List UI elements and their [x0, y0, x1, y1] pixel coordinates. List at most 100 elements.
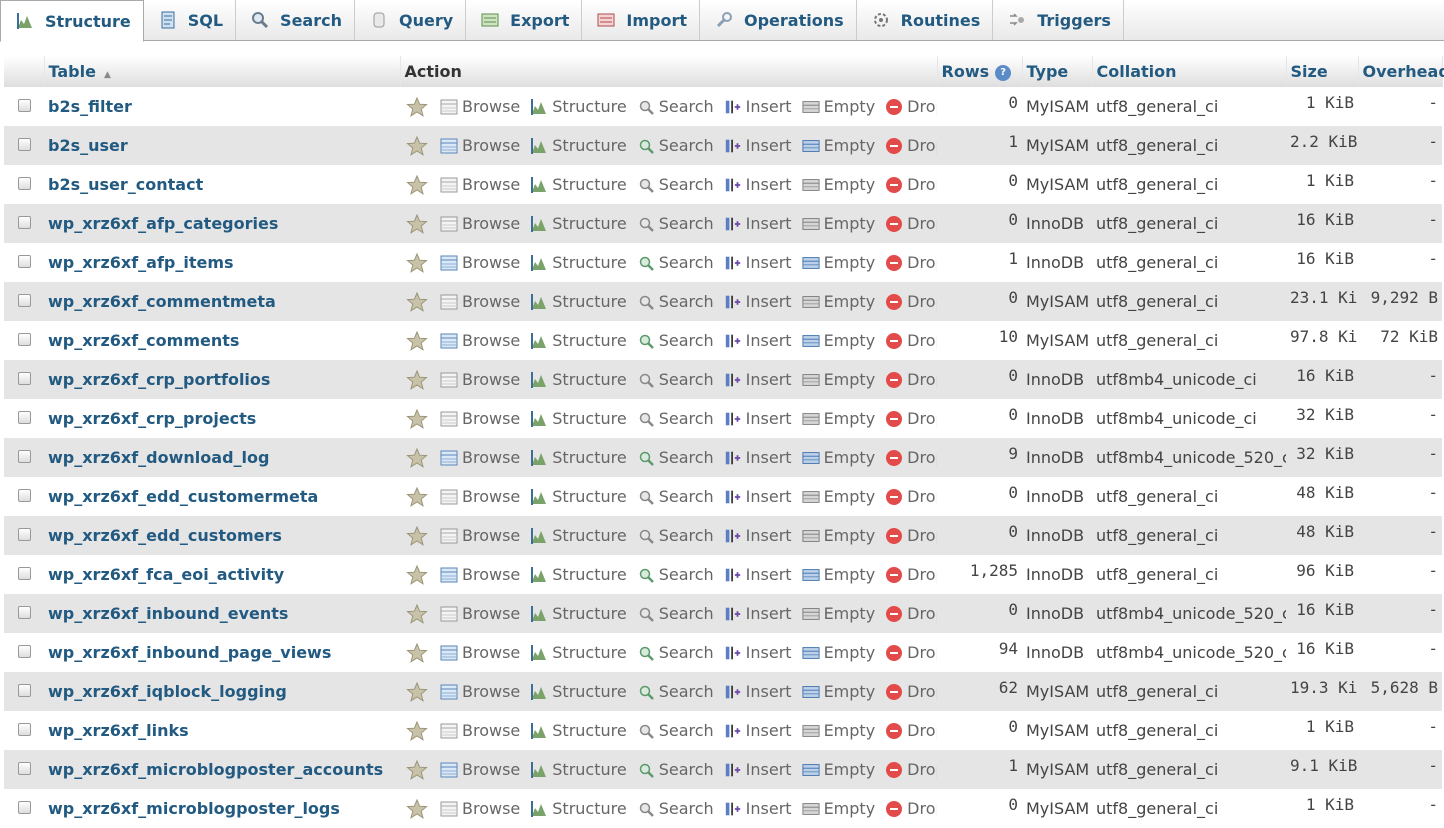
drop-action[interactable]: Drop — [885, 292, 937, 311]
browse-action[interactable]: Browse — [440, 253, 520, 272]
browse-action[interactable]: Browse — [440, 331, 520, 350]
empty-action[interactable]: Empty — [802, 565, 875, 584]
header-table[interactable]: Table ▲ — [44, 56, 401, 87]
favorite-star-icon[interactable] — [406, 525, 428, 546]
table-size[interactable]: 9.1 KiB — [1286, 750, 1358, 789]
drop-action[interactable]: Drop — [885, 643, 937, 662]
drop-action[interactable]: Drop — [885, 799, 937, 818]
empty-action[interactable]: Empty — [802, 175, 875, 194]
table-size[interactable]: 48 KiB — [1286, 477, 1358, 516]
structure-action[interactable]: Structure — [530, 253, 627, 272]
empty-action[interactable]: Empty — [802, 331, 875, 350]
row-checkbox[interactable] — [18, 255, 31, 268]
table-name-link[interactable]: wp_xrz6xf_crp_portfolios — [48, 370, 270, 389]
insert-action[interactable]: Insert — [724, 331, 792, 350]
empty-action[interactable]: Empty — [802, 292, 875, 311]
search-action[interactable]: Search — [637, 97, 714, 116]
empty-action[interactable]: Empty — [802, 487, 875, 506]
insert-action[interactable]: Insert — [724, 487, 792, 506]
favorite-star-icon[interactable] — [406, 252, 428, 273]
browse-action[interactable]: Browse — [440, 136, 520, 155]
table-name-link[interactable]: wp_xrz6xf_inbound_events — [48, 604, 288, 623]
empty-action[interactable]: Empty — [802, 97, 875, 116]
structure-action[interactable]: Structure — [530, 487, 627, 506]
search-action[interactable]: Search — [637, 448, 714, 467]
empty-action[interactable]: Empty — [802, 448, 875, 467]
drop-action[interactable]: Drop — [885, 175, 937, 194]
table-name-link[interactable]: wp_xrz6xf_download_log — [48, 448, 269, 467]
search-action[interactable]: Search — [637, 799, 714, 818]
structure-action[interactable]: Structure — [530, 565, 627, 584]
table-size[interactable]: 16 KiB — [1286, 243, 1358, 282]
drop-action[interactable]: Drop — [885, 721, 937, 740]
browse-action[interactable]: Browse — [440, 565, 520, 584]
table-size[interactable]: 16 KiB — [1286, 204, 1358, 243]
drop-action[interactable]: Drop — [885, 253, 937, 272]
tab-search[interactable]: Search — [236, 0, 355, 40]
drop-action[interactable]: Drop — [885, 97, 937, 116]
search-action[interactable]: Search — [637, 214, 714, 233]
table-size[interactable]: 1 KiB — [1286, 789, 1358, 828]
structure-action[interactable]: Structure — [530, 370, 627, 389]
drop-action[interactable]: Drop — [885, 331, 937, 350]
search-action[interactable]: Search — [637, 253, 714, 272]
row-checkbox[interactable] — [18, 489, 31, 502]
favorite-star-icon[interactable] — [406, 564, 428, 585]
insert-action[interactable]: Insert — [724, 253, 792, 272]
empty-action[interactable]: Empty — [802, 799, 875, 818]
browse-action[interactable]: Browse — [440, 370, 520, 389]
favorite-star-icon[interactable] — [406, 681, 428, 702]
header-rows[interactable]: Rows? — [937, 56, 1023, 87]
insert-action[interactable]: Insert — [724, 292, 792, 311]
drop-action[interactable]: Drop — [885, 136, 937, 155]
table-size[interactable]: 16 KiB — [1286, 633, 1358, 672]
search-action[interactable]: Search — [637, 526, 714, 545]
drop-action[interactable]: Drop — [885, 604, 937, 623]
search-action[interactable]: Search — [637, 682, 714, 701]
drop-action[interactable]: Drop — [885, 682, 937, 701]
favorite-star-icon[interactable] — [406, 96, 428, 117]
browse-action[interactable]: Browse — [440, 214, 520, 233]
structure-action[interactable]: Structure — [530, 760, 627, 779]
structure-action[interactable]: Structure — [530, 799, 627, 818]
table-name-link[interactable]: wp_xrz6xf_afp_items — [48, 253, 234, 272]
drop-action[interactable]: Drop — [885, 760, 937, 779]
insert-action[interactable]: Insert — [724, 409, 792, 428]
structure-action[interactable]: Structure — [530, 604, 627, 623]
row-checkbox[interactable] — [18, 216, 31, 229]
help-icon[interactable]: ? — [995, 64, 1012, 81]
row-checkbox[interactable] — [18, 333, 31, 346]
favorite-star-icon[interactable] — [406, 642, 428, 663]
table-size[interactable]: 23.1 KiB — [1286, 282, 1358, 321]
search-action[interactable]: Search — [637, 292, 714, 311]
row-checkbox[interactable] — [18, 372, 31, 385]
empty-action[interactable]: Empty — [802, 409, 875, 428]
search-action[interactable]: Search — [637, 643, 714, 662]
search-action[interactable]: Search — [637, 175, 714, 194]
empty-action[interactable]: Empty — [802, 604, 875, 623]
table-name-link[interactable]: wp_xrz6xf_edd_customermeta — [48, 487, 318, 506]
structure-action[interactable]: Structure — [530, 448, 627, 467]
empty-action[interactable]: Empty — [802, 136, 875, 155]
insert-action[interactable]: Insert — [724, 643, 792, 662]
row-checkbox[interactable] — [18, 723, 31, 736]
search-action[interactable]: Search — [637, 409, 714, 428]
tab-operations[interactable]: Operations — [700, 0, 857, 40]
row-checkbox[interactable] — [18, 294, 31, 307]
structure-action[interactable]: Structure — [530, 97, 627, 116]
browse-action[interactable]: Browse — [440, 799, 520, 818]
browse-action[interactable]: Browse — [440, 682, 520, 701]
table-name-link[interactable]: wp_xrz6xf_afp_categories — [48, 214, 278, 233]
row-checkbox[interactable] — [18, 801, 31, 814]
drop-action[interactable]: Drop — [885, 409, 937, 428]
row-checkbox[interactable] — [18, 528, 31, 541]
browse-action[interactable]: Browse — [440, 604, 520, 623]
insert-action[interactable]: Insert — [724, 721, 792, 740]
drop-action[interactable]: Drop — [885, 370, 937, 389]
insert-action[interactable]: Insert — [724, 448, 792, 467]
tab-sql[interactable]: SQL — [144, 0, 237, 40]
empty-action[interactable]: Empty — [802, 214, 875, 233]
search-action[interactable]: Search — [637, 136, 714, 155]
favorite-star-icon[interactable] — [406, 330, 428, 351]
favorite-star-icon[interactable] — [406, 759, 428, 780]
